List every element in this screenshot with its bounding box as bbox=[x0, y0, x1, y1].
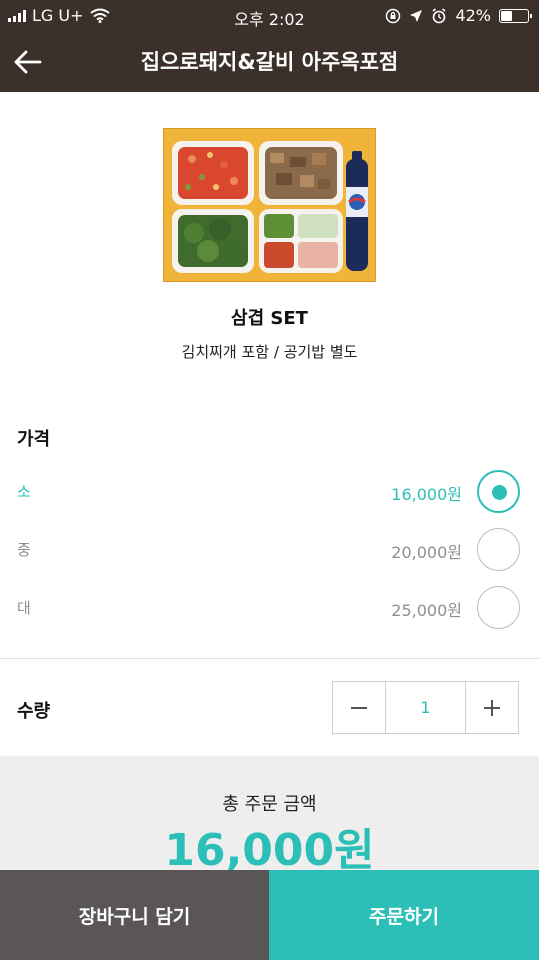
radio-button[interactable] bbox=[477, 528, 520, 571]
option-price: 20,000원 bbox=[391, 543, 462, 562]
product-description: 김치찌개 포함 / 공기밥 별도 bbox=[181, 343, 358, 361]
option-price: 16,000원 bbox=[391, 485, 462, 504]
price-option-medium[interactable]: 중 20,000원 bbox=[0, 525, 539, 575]
quantity-stepper: 1 bbox=[332, 681, 519, 734]
quantity-label: 수량 bbox=[17, 701, 51, 722]
status-bar: LG U+ 오후 2:02 42% bbox=[0, 0, 539, 30]
radio-button[interactable] bbox=[477, 586, 520, 629]
alarm-icon bbox=[432, 7, 446, 23]
battery-percent: 42% bbox=[455, 6, 491, 25]
product-name: 삼겹 SET bbox=[231, 308, 308, 329]
battery-icon bbox=[499, 8, 532, 23]
location-icon bbox=[410, 9, 423, 22]
divider bbox=[0, 658, 539, 659]
add-to-cart-button[interactable]: 장바구니 담기 bbox=[0, 870, 269, 960]
rotation-lock-icon bbox=[386, 8, 401, 23]
header: 집으로돼지&갈비 아주옥포점 bbox=[0, 30, 539, 92]
radio-button[interactable] bbox=[477, 470, 520, 513]
order-button[interactable]: 주문하기 bbox=[269, 870, 539, 960]
price-option-small[interactable]: 소 16,000원 bbox=[0, 467, 539, 517]
price-heading: 가격 bbox=[17, 429, 51, 450]
bottom-action-bar: 장바구니 담기 주문하기 bbox=[0, 870, 539, 960]
quantity-value[interactable]: 1 bbox=[385, 682, 466, 733]
total-amount: 16,000원 bbox=[164, 825, 375, 876]
page-title: 집으로돼지&갈비 아주옥포점 bbox=[140, 50, 399, 74]
total-label: 총 주문 금액 bbox=[222, 794, 317, 815]
plus-icon bbox=[484, 699, 500, 716]
order-total-panel: 총 주문 금액 16,000원 bbox=[0, 756, 539, 876]
option-label: 중 bbox=[17, 541, 31, 559]
minus-icon bbox=[351, 706, 367, 709]
option-price: 25,000원 bbox=[391, 601, 462, 620]
option-label: 소 bbox=[17, 483, 31, 501]
option-label: 대 bbox=[17, 599, 31, 617]
product-image bbox=[163, 128, 376, 282]
increase-button[interactable] bbox=[466, 682, 518, 733]
price-option-large[interactable]: 대 25,000원 bbox=[0, 583, 539, 633]
decrease-button[interactable] bbox=[333, 682, 385, 733]
